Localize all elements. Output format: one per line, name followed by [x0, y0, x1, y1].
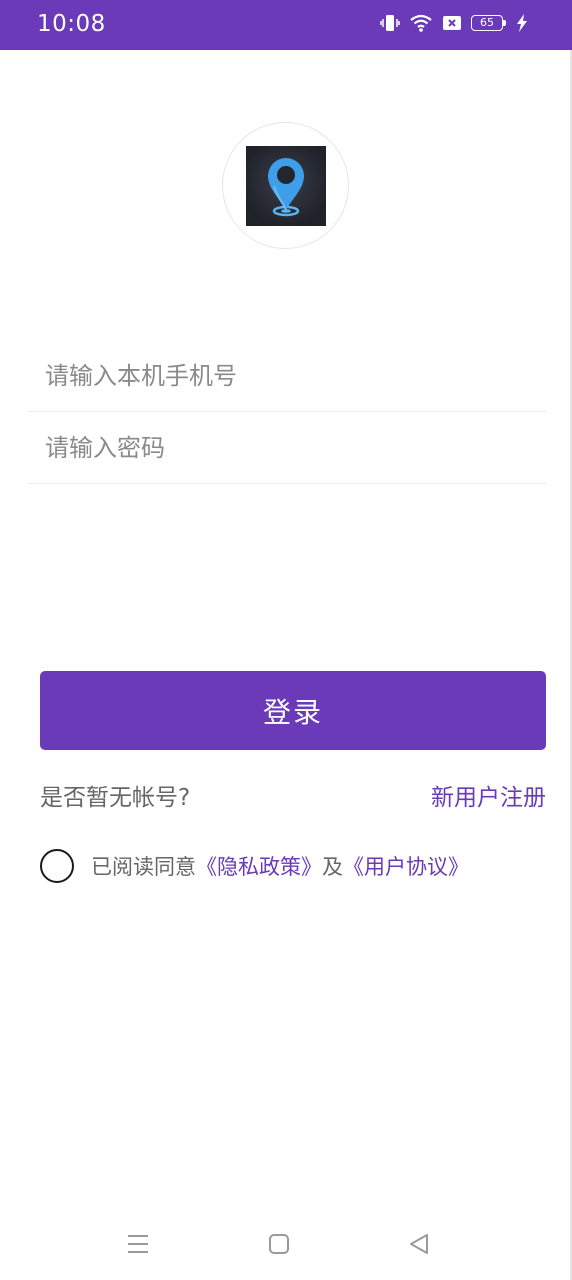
- agreement-row: 已阅读同意 《隐私政策》 及 《用户协议》: [40, 848, 469, 884]
- sim-off-icon: [442, 13, 462, 33]
- menu-icon[interactable]: [127, 1232, 149, 1260]
- phone-field: [27, 340, 547, 412]
- register-link[interactable]: 新用户注册: [431, 778, 546, 812]
- no-account-text: 是否暂无帐号?: [40, 785, 191, 811]
- status-icons: 65: [380, 13, 528, 33]
- password-field: [27, 412, 547, 484]
- battery-icon: 65: [471, 13, 507, 33]
- phone-input[interactable]: [45, 340, 535, 412]
- wifi-icon: [409, 13, 433, 33]
- home-icon[interactable]: [268, 1232, 290, 1260]
- password-input[interactable]: [45, 412, 535, 484]
- location-pin-icon: [246, 146, 326, 226]
- login-button[interactable]: 登录: [40, 671, 546, 750]
- user-agreement-link[interactable]: 《用户协议》: [343, 851, 469, 881]
- charging-icon: [516, 13, 528, 33]
- agreement-conjunction: 及: [322, 855, 343, 879]
- back-icon[interactable]: [408, 1232, 430, 1260]
- app-logo: [222, 122, 349, 249]
- navigation-bar: [0, 1220, 572, 1270]
- vibrate-icon: [380, 13, 400, 33]
- status-bar: 10:08 65: [0, 0, 572, 50]
- agreement-prefix: 已阅读同意: [91, 855, 196, 879]
- agreement-checkbox[interactable]: [40, 849, 74, 883]
- status-time: 10:08: [37, 11, 106, 37]
- privacy-policy-link[interactable]: 《隐私政策》: [196, 851, 322, 881]
- battery-level: 65: [471, 15, 503, 31]
